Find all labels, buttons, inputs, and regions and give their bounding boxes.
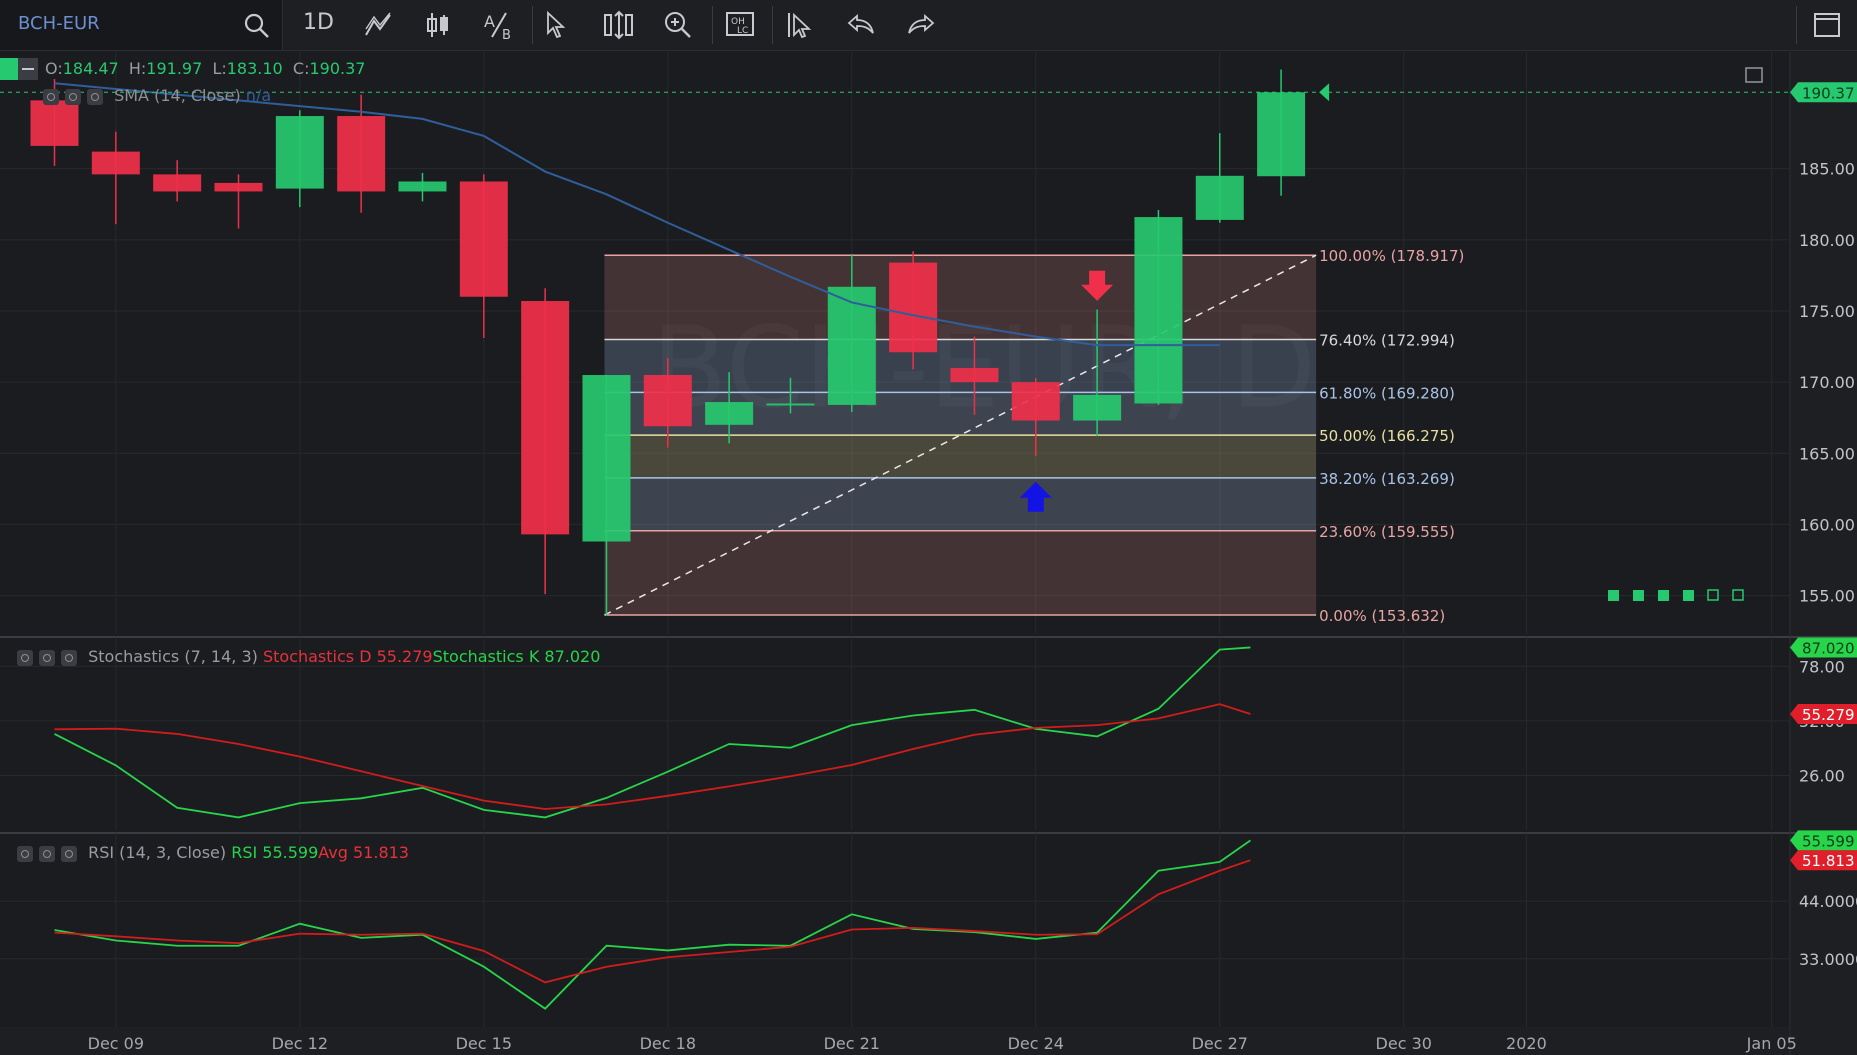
open-value: 184.47: [62, 59, 119, 78]
stochastics-d-value: Stochastics D 55.279: [262, 647, 433, 666]
stochastics-tick-label: 26.00: [1799, 766, 1845, 785]
candle-body: [275, 116, 324, 189]
close-value: 190.37: [309, 59, 366, 78]
x-tick-label: Dec 27: [1192, 1034, 1248, 1053]
low-value: 183.10: [226, 59, 283, 78]
visibility-icon[interactable]: [39, 649, 55, 666]
page-dot-filled: [1608, 590, 1619, 601]
rsi-tick-label: 33.0000: [1799, 950, 1857, 969]
fib-band: [604, 530, 1317, 616]
candle-body: [521, 301, 570, 535]
fib-band: [604, 477, 1317, 531]
page-dot-filled: [1633, 590, 1644, 601]
close-label: C:: [292, 59, 310, 78]
hide-icon[interactable]: [17, 845, 33, 862]
y-tick-label: 160.00: [1799, 515, 1855, 534]
settings-gear-icon[interactable]: [61, 649, 77, 666]
pane-separator: [0, 636, 1857, 638]
chart-canvas[interactable]: Dec 09 Dec 12 Dec 15 Dec 18 Dec 21 Dec 24 Dec …: [0, 0, 1857, 1055]
high-label: H:: [128, 59, 147, 78]
rsi-avg-label: 51.813: [1802, 852, 1855, 870]
candle-body: [337, 116, 386, 192]
x-tick-label: Dec 15: [456, 1034, 512, 1053]
fib-level-label: 50.00% (166.275): [1319, 427, 1455, 445]
y-tick-label: 180.00: [1799, 231, 1855, 250]
low-label: L:: [212, 59, 227, 78]
candle-body: [153, 174, 202, 192]
candle-body: [950, 367, 999, 383]
rsi-legend: RSI (14, 3, Close) RSI 55.599Avg 51.813: [17, 843, 409, 862]
ohlc-legend: O:184.47 H:191.97 L:183.10 C:190.37: [45, 59, 365, 78]
candle-body: [827, 286, 876, 405]
candle-body: [1011, 382, 1060, 421]
candle-body: [459, 181, 508, 297]
fib-level-label: 23.60% (159.555): [1319, 523, 1455, 541]
y-tick-label: 170.00: [1799, 373, 1855, 392]
high-value: 191.97: [146, 59, 203, 78]
rsi-pane: [0, 833, 1790, 1027]
candle-body: [705, 402, 754, 425]
pane-separator: [0, 832, 1857, 834]
sma-legend: SMA (14, Close) n/a: [43, 86, 271, 105]
fib-level-label: 0.00% (153.632): [1319, 607, 1445, 625]
candle-body: [1195, 175, 1244, 220]
candle-body: [1073, 394, 1122, 421]
sma-value: n/a: [245, 86, 272, 105]
y-tick-label: 155.00: [1799, 587, 1855, 606]
rsi-label: RSI (14, 3, Close): [88, 843, 227, 862]
stochastics-d-label: 55.279: [1802, 706, 1855, 724]
rsi-tick-label: 44.0000: [1799, 892, 1857, 911]
fib-level-label: 38.20% (163.269): [1319, 470, 1455, 488]
candle-body: [91, 151, 140, 175]
candle-body: [643, 375, 692, 427]
stochastics-tick-label: 78.00: [1799, 657, 1845, 676]
candle-body: [30, 100, 79, 146]
hide-icon[interactable]: [17, 649, 33, 666]
x-tick-label: Dec 12: [272, 1034, 328, 1053]
fib-level-label: 76.40% (172.994): [1319, 332, 1455, 350]
x-tick-label: Dec 30: [1376, 1034, 1432, 1053]
page-dot-filled: [1658, 590, 1669, 601]
fib-band: [604, 339, 1317, 393]
x-tick-label: Jan 05: [1746, 1034, 1797, 1053]
last-price-label: 190.37: [1802, 84, 1855, 102]
sma-label: SMA (14, Close): [114, 86, 241, 105]
candle-body: [766, 403, 815, 406]
x-tick-label: Dec 24: [1008, 1034, 1064, 1053]
settings-gear-icon[interactable]: [61, 845, 77, 862]
candle-body: [214, 182, 263, 192]
visibility-icon[interactable]: [65, 88, 81, 105]
fib-level-label: 100.00% (178.917): [1319, 247, 1464, 265]
y-tick-label: 165.00: [1799, 444, 1855, 463]
price-axis: [1790, 52, 1857, 1027]
hide-icon[interactable]: [43, 88, 59, 105]
candle-body: [889, 262, 938, 353]
open-label: O:: [45, 59, 63, 78]
rsi-avg-value: Avg 51.813: [318, 843, 409, 862]
fib-band: [604, 255, 1317, 340]
page-dot-filled: [1683, 590, 1694, 601]
stochastics-k-label: 87.020: [1802, 639, 1855, 657]
visibility-icon[interactable]: [39, 845, 55, 862]
candle-body: [1257, 92, 1306, 177]
y-tick-label: 185.00: [1799, 160, 1855, 179]
series-color-swatch: [0, 58, 18, 80]
x-tick-label: Dec 18: [640, 1034, 696, 1053]
x-tick-label: 2020: [1506, 1034, 1547, 1053]
stochastics-k-value: Stochastics K 87.020: [432, 647, 601, 666]
candle-body: [398, 181, 447, 192]
candle-body: [582, 375, 631, 542]
x-tick-label: Dec 21: [824, 1034, 880, 1053]
x-tick-label: Dec 09: [88, 1034, 144, 1053]
y-tick-label: 175.00: [1799, 302, 1855, 321]
settings-gear-icon[interactable]: [87, 88, 103, 105]
rsi-value: RSI 55.599: [231, 843, 319, 862]
fib-band: [604, 435, 1317, 478]
fib-level-label: 61.80% (169.280): [1319, 384, 1455, 402]
stochastics-legend: Stochastics (7, 14, 3) Stochastics D 55.…: [17, 647, 600, 666]
candle-body: [1134, 217, 1183, 404]
stochastics-label: Stochastics (7, 14, 3): [88, 647, 258, 666]
rsi-label: 55.599: [1802, 832, 1855, 850]
